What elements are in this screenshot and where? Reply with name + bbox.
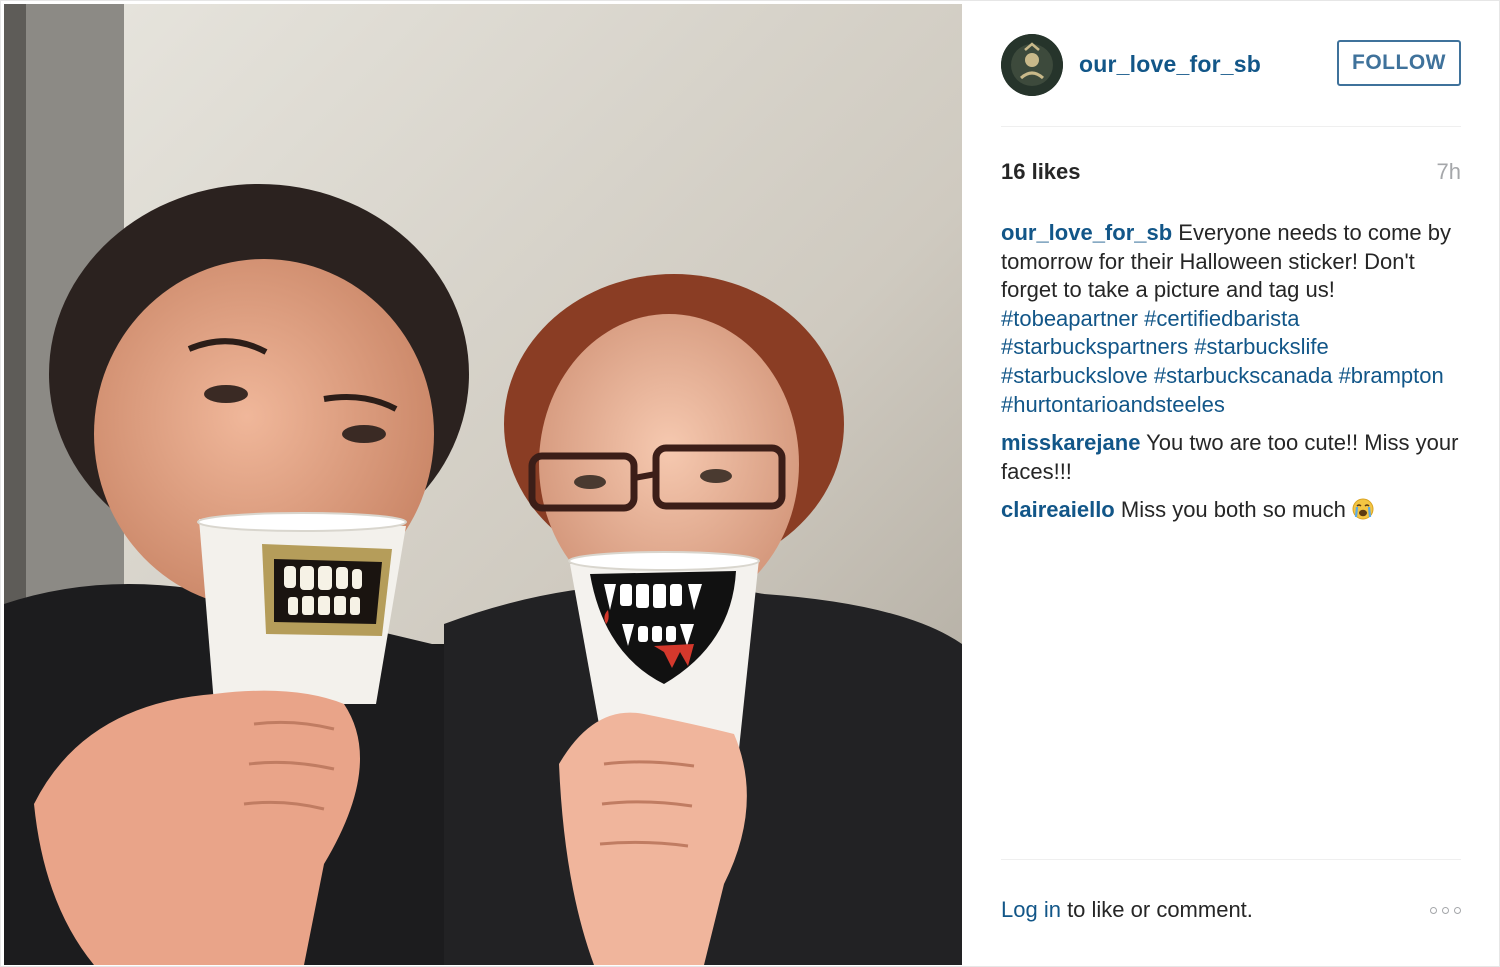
hashtag[interactable]: #tobeapartner: [1001, 306, 1138, 331]
footer-divider: [1001, 859, 1461, 860]
comment: claireaiello Miss you both so much: [1001, 496, 1461, 525]
hashtag[interactable]: #starbuckscanada: [1154, 363, 1333, 388]
caption: our_love_for_sb Everyone needs to come b…: [1001, 219, 1461, 419]
post-username[interactable]: our_love_for_sb: [1079, 51, 1261, 78]
hashtag[interactable]: #starbuckspartners: [1001, 334, 1188, 359]
post-photo[interactable]: [4, 4, 962, 965]
hashtag[interactable]: #starbuckslove: [1001, 363, 1148, 388]
hashtag[interactable]: #certifiedbarista: [1144, 306, 1299, 331]
dot: [1454, 907, 1461, 914]
likes-row: 16 likes 7h: [1001, 159, 1461, 189]
comments-list: our_love_for_sb Everyone needs to come b…: [1001, 219, 1461, 535]
likes-count[interactable]: 16 likes: [1001, 159, 1081, 185]
post-side-panel: our_love_for_sb FOLLOW 16 likes 7h our_l…: [963, 1, 1499, 966]
avatar[interactable]: [1001, 34, 1063, 96]
hashtag[interactable]: #starbuckslife: [1194, 334, 1329, 359]
crying-face-icon: [1352, 498, 1374, 520]
header-divider: [1001, 126, 1461, 127]
post-footer: Log in to like or comment.: [1001, 897, 1461, 931]
post-time[interactable]: 7h: [1437, 159, 1461, 185]
hashtag[interactable]: #brampton: [1339, 363, 1444, 388]
post-header: our_love_for_sb FOLLOW: [1001, 34, 1461, 96]
dot: [1442, 907, 1449, 914]
caption-author[interactable]: our_love_for_sb: [1001, 220, 1172, 245]
comment: misskarejane You two are too cute!! Miss…: [1001, 429, 1461, 486]
hashtag[interactable]: #hurtontarioandsteeles: [1001, 392, 1225, 417]
login-prompt-text: to like or comment.: [1060, 897, 1253, 922]
post-card: our_love_for_sb FOLLOW 16 likes 7h our_l…: [0, 0, 1500, 967]
photo-illustration: [4, 4, 962, 965]
dot: [1430, 907, 1437, 914]
login-link[interactable]: Log in: [1001, 897, 1061, 922]
comment-text: Miss you both so much: [1120, 497, 1346, 523]
more-options-icon[interactable]: [1430, 907, 1461, 914]
comment-author[interactable]: misskarejane: [1001, 430, 1140, 455]
comment-author[interactable]: claireaiello: [1001, 497, 1115, 522]
starbucks-logo-icon: [1001, 34, 1063, 96]
follow-button[interactable]: FOLLOW: [1337, 40, 1461, 86]
